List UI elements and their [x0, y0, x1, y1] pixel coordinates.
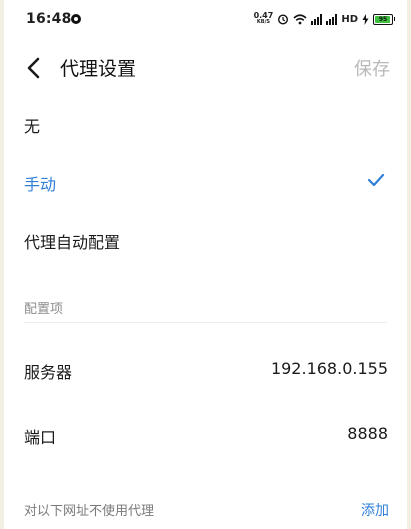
network-speed-value: 0.47 [253, 11, 274, 20]
app-bar: 代理设置 保存 [4, 44, 407, 90]
wifi-icon [293, 13, 307, 24]
option-none[interactable]: 无 [24, 113, 40, 137]
server-label: 服务器 [24, 363, 73, 382]
network-speed: 0.47 KB/S [254, 12, 274, 26]
page-title: 代理设置 [60, 58, 137, 80]
bypass-list-label: 对以下网址不使用代理 [24, 504, 155, 519]
status-icons: 0.47 KB/S HD 95 [254, 10, 395, 28]
notification-dot-icon [71, 14, 81, 24]
section-divider [24, 322, 387, 323]
add-bypass-button[interactable]: 添加 [361, 500, 389, 520]
signal-1-icon [311, 13, 323, 25]
alarm-icon [278, 14, 289, 25]
status-bar: 16:48 0.47 KB/S HD 95 [4, 0, 407, 38]
battery-level: 95 [378, 15, 388, 23]
charging-icon [362, 13, 369, 25]
battery-icon: 95 [373, 13, 395, 25]
hd-voice-label: HD [341, 13, 358, 25]
option-auto-config[interactable]: 代理自动配置 [24, 229, 120, 253]
checkmark-icon [367, 173, 385, 187]
port-value[interactable]: 8888 [347, 424, 388, 443]
settings-screen: 16:48 0.47 KB/S HD 95 代理设置 保存 无 手动 代理自动配… [4, 0, 407, 529]
network-speed-unit: KB/S [256, 19, 271, 25]
port-label: 端口 [24, 428, 57, 447]
option-manual[interactable]: 手动 [24, 171, 56, 195]
signal-2-icon [326, 13, 338, 25]
status-time: 16:48 [26, 11, 72, 27]
back-arrow-icon[interactable] [22, 55, 48, 81]
server-value[interactable]: 192.168.0.155 [271, 359, 388, 378]
save-button[interactable]: 保存 [354, 55, 390, 81]
section-header-config: 配置项 [24, 302, 64, 317]
